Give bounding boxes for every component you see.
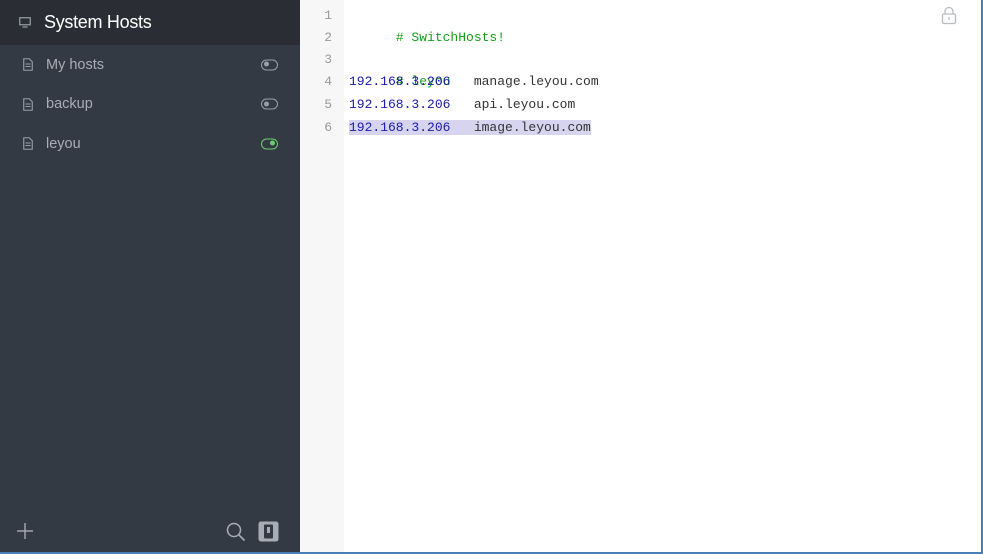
line-number: 1 <box>324 8 332 23</box>
hostname: image.leyou.com <box>473 120 591 135</box>
monitor-icon <box>18 16 32 30</box>
hosts-list: My hosts backup leyou <box>0 45 300 164</box>
code-line[interactable]: 192.168.3.206 api.leyou.com <box>349 94 575 116</box>
selected-text: 192.168.3.206 image.leyou.com <box>349 120 591 135</box>
system-hosts-label: System Hosts <box>44 12 152 32</box>
line-number: 5 <box>324 97 332 112</box>
plus-icon[interactable] <box>16 522 34 540</box>
code-line[interactable]: # leyou <box>349 49 451 89</box>
line-number-gutter: 1 2 3 4 5 6 <box>300 0 344 552</box>
code-line[interactable]: 192.168.3.206 manage.leyou.com <box>349 71 599 93</box>
document-icon <box>22 137 34 151</box>
sidebar-item-backup[interactable]: backup <box>0 85 300 125</box>
toggle-leyou[interactable] <box>261 138 278 150</box>
code-line[interactable]: 192.168.3.206 image.leyou.com <box>349 117 591 139</box>
sidebar-item-label: backup <box>46 96 93 113</box>
sidebar-item-label: My hosts <box>46 56 105 73</box>
comment-text: # SwitchHosts! <box>395 30 506 45</box>
search-icon[interactable] <box>226 522 246 542</box>
sidebar-footer <box>0 512 300 552</box>
hostname: manage.leyou.com <box>473 74 599 89</box>
sidebar-item-my-hosts[interactable]: My hosts <box>0 45 300 85</box>
code-line[interactable]: # SwitchHosts! <box>349 5 505 45</box>
app-window: System Hosts My hosts backup leyou 1 2 3… <box>0 0 983 554</box>
sidebar: System Hosts My hosts backup leyou <box>0 0 300 552</box>
line-number: 4 <box>324 74 332 89</box>
hostname: api.leyou.com <box>473 97 576 112</box>
line-number: 6 <box>324 120 332 135</box>
line-number: 2 <box>324 30 332 45</box>
document-icon <box>22 58 34 72</box>
toggle-knob <box>270 140 275 146</box>
lock-icon[interactable] <box>941 6 957 25</box>
toggle-knob <box>264 61 269 67</box>
line-number: 3 <box>324 52 332 67</box>
ip-address: 192.168.3.206 <box>349 120 451 135</box>
hosts-editor[interactable]: 1 2 3 4 5 6 # SwitchHosts! # leyou 192.1… <box>300 0 981 552</box>
preferences-icon[interactable] <box>258 521 279 542</box>
toggle-my-hosts[interactable] <box>261 59 278 71</box>
document-icon <box>22 97 34 111</box>
sidebar-item-leyou[interactable]: leyou <box>0 124 300 164</box>
ip-address: 192.168.3.206 <box>349 97 451 112</box>
sidebar-item-label: leyou <box>46 135 81 152</box>
ip-address: 192.168.3.206 <box>349 74 451 89</box>
sidebar-item-system-hosts[interactable]: System Hosts <box>0 0 300 45</box>
toggle-backup[interactable] <box>261 98 278 110</box>
toggle-knob <box>264 101 269 107</box>
